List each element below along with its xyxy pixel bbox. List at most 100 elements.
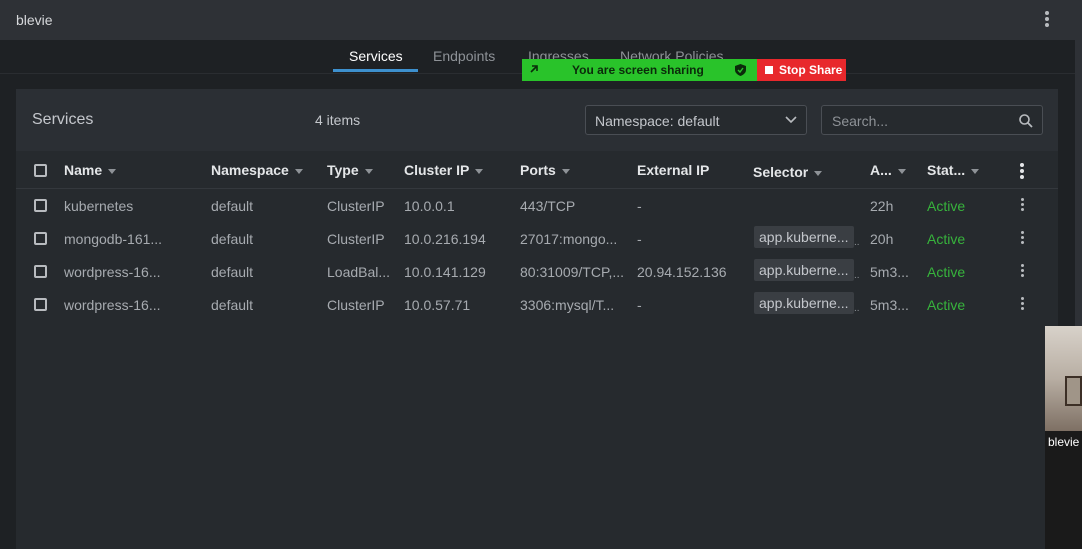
sort-icon xyxy=(108,168,117,174)
cell-ports: 3306:mysql/T... xyxy=(520,297,615,313)
cell-status: Active xyxy=(927,297,966,313)
cell-type: ClusterIP xyxy=(327,231,385,247)
row-checkbox[interactable] xyxy=(34,265,47,278)
cell-ports: 80:31009/TCP,... xyxy=(520,264,625,280)
table-row[interactable]: wordpress-16... default ClusterIP 10.0.5… xyxy=(16,288,1058,321)
share-status-text: You are screen sharing xyxy=(572,63,704,77)
picture-frame xyxy=(1065,376,1082,406)
cell-cluster-ip: 10.0.141.129 xyxy=(404,264,486,280)
column-label: Stat... xyxy=(927,162,966,178)
tab-services[interactable]: Services xyxy=(349,48,403,64)
sort-icon xyxy=(971,168,980,174)
column-header-cluster-ip[interactable]: Cluster IP xyxy=(404,162,484,178)
cell-name: kubernetes xyxy=(64,198,134,214)
column-header-external-ip[interactable]: External IP xyxy=(637,162,709,178)
search-input[interactable] xyxy=(832,112,1012,130)
cell-external-ip: 20.94.152.136 xyxy=(637,264,727,280)
selector-badge: app.kuberne... xyxy=(754,259,854,281)
sort-icon xyxy=(897,168,906,174)
cell-external-ip: - xyxy=(637,231,642,247)
cell-namespace: default xyxy=(211,297,254,313)
namespace-select[interactable]: Namespace: default xyxy=(585,105,807,135)
table-row[interactable]: wordpress-16... default LoadBal... 10.0.… xyxy=(16,255,1058,288)
search-box[interactable] xyxy=(821,105,1043,135)
column-header-type[interactable]: Type xyxy=(327,162,373,178)
webcam-panel-background xyxy=(1045,453,1082,549)
select-all-checkbox[interactable] xyxy=(34,164,47,177)
row-checkbox[interactable] xyxy=(34,232,47,245)
column-header-namespace[interactable]: Namespace xyxy=(211,162,303,178)
tab-endpoints[interactable]: Endpoints xyxy=(433,48,495,64)
services-panel: Services 4 items Namespace: default Name… xyxy=(16,89,1058,549)
column-label: External IP xyxy=(637,162,710,178)
cell-external-ip: - xyxy=(637,297,642,313)
sort-icon xyxy=(294,168,303,174)
stop-share-label: Stop Share xyxy=(779,63,843,77)
selector-more: .. xyxy=(854,303,860,314)
sort-icon xyxy=(475,168,484,174)
window-title: blevie xyxy=(16,12,53,28)
row-menu-icon[interactable] xyxy=(1019,264,1025,280)
cell-namespace: default xyxy=(211,198,254,214)
more-vertical-icon[interactable] xyxy=(1040,10,1054,30)
cell-cluster-ip: 10.0.216.194 xyxy=(404,231,486,247)
cell-external-ip: - xyxy=(637,198,642,214)
sort-icon xyxy=(561,168,570,174)
selector-badge: app.kuberne... xyxy=(754,292,854,314)
selector-more: .. xyxy=(854,270,860,281)
shield-icon xyxy=(735,64,746,76)
cell-status: Active xyxy=(927,231,966,247)
column-label: A... xyxy=(870,162,892,178)
selector-badge: app.kuberne... xyxy=(754,226,854,248)
cell-age: 20h xyxy=(870,231,894,247)
column-header-selector[interactable]: Selector xyxy=(753,164,823,180)
scrollbar-track[interactable] xyxy=(1075,0,1082,326)
column-label: Selector xyxy=(753,164,809,180)
cell-age: 5m3... xyxy=(870,297,909,313)
active-tab-indicator xyxy=(333,69,418,72)
webcam-thumbnail[interactable]: blevie xyxy=(1045,326,1082,453)
row-checkbox[interactable] xyxy=(34,298,47,311)
cell-age: 22h xyxy=(870,198,894,214)
column-header-age[interactable]: A... xyxy=(870,162,906,178)
namespace-select-value: Namespace: default xyxy=(595,113,720,129)
row-menu-icon[interactable] xyxy=(1019,297,1025,313)
column-label: Name xyxy=(64,162,103,178)
cell-type: LoadBal... xyxy=(327,264,391,280)
cell-namespace: default xyxy=(211,264,254,280)
row-menu-icon[interactable] xyxy=(1019,231,1025,247)
stop-share-button[interactable]: Stop Share xyxy=(757,59,846,81)
row-menu-icon[interactable] xyxy=(1019,198,1025,214)
column-header-name[interactable]: Name xyxy=(64,162,117,178)
cell-cluster-ip: 10.0.0.1 xyxy=(404,198,455,214)
column-label: Namespace xyxy=(211,162,289,178)
column-header-status[interactable]: Stat... xyxy=(927,162,980,178)
top-bar: blevie xyxy=(0,0,1082,40)
cell-age: 5m3... xyxy=(870,264,909,280)
cell-namespace: default xyxy=(211,231,254,247)
column-header-ports[interactable]: Ports xyxy=(520,162,570,178)
sort-icon xyxy=(364,168,373,174)
cell-ports: 27017:mongo... xyxy=(520,231,618,247)
row-checkbox[interactable] xyxy=(34,199,47,212)
cell-status: Active xyxy=(927,264,966,280)
stop-icon xyxy=(765,66,773,74)
column-label: Type xyxy=(327,162,359,178)
table-row[interactable]: kubernetes default ClusterIP 10.0.0.1 44… xyxy=(16,189,1058,222)
share-status[interactable]: You are screen sharing xyxy=(522,59,757,81)
arrow-icon xyxy=(530,65,538,73)
panel-title: Services xyxy=(32,111,94,128)
table-row[interactable]: mongodb-161... default ClusterIP 10.0.21… xyxy=(16,222,1058,255)
items-count: 4 items xyxy=(315,112,361,128)
search-icon[interactable] xyxy=(1018,113,1034,129)
selector-more: .. xyxy=(854,237,860,248)
cell-name: wordpress-16... xyxy=(64,297,161,313)
sort-icon xyxy=(814,170,823,176)
cell-name: wordpress-16... xyxy=(64,264,161,280)
chevron-down-icon xyxy=(785,116,797,124)
cell-cluster-ip: 10.0.57.71 xyxy=(404,297,471,313)
column-menu-icon[interactable] xyxy=(1019,163,1025,179)
screen-share-bar: You are screen sharing Stop Share xyxy=(522,59,846,81)
panel-header: Services 4 items Namespace: default xyxy=(16,89,1058,151)
column-label: Ports xyxy=(520,162,556,178)
